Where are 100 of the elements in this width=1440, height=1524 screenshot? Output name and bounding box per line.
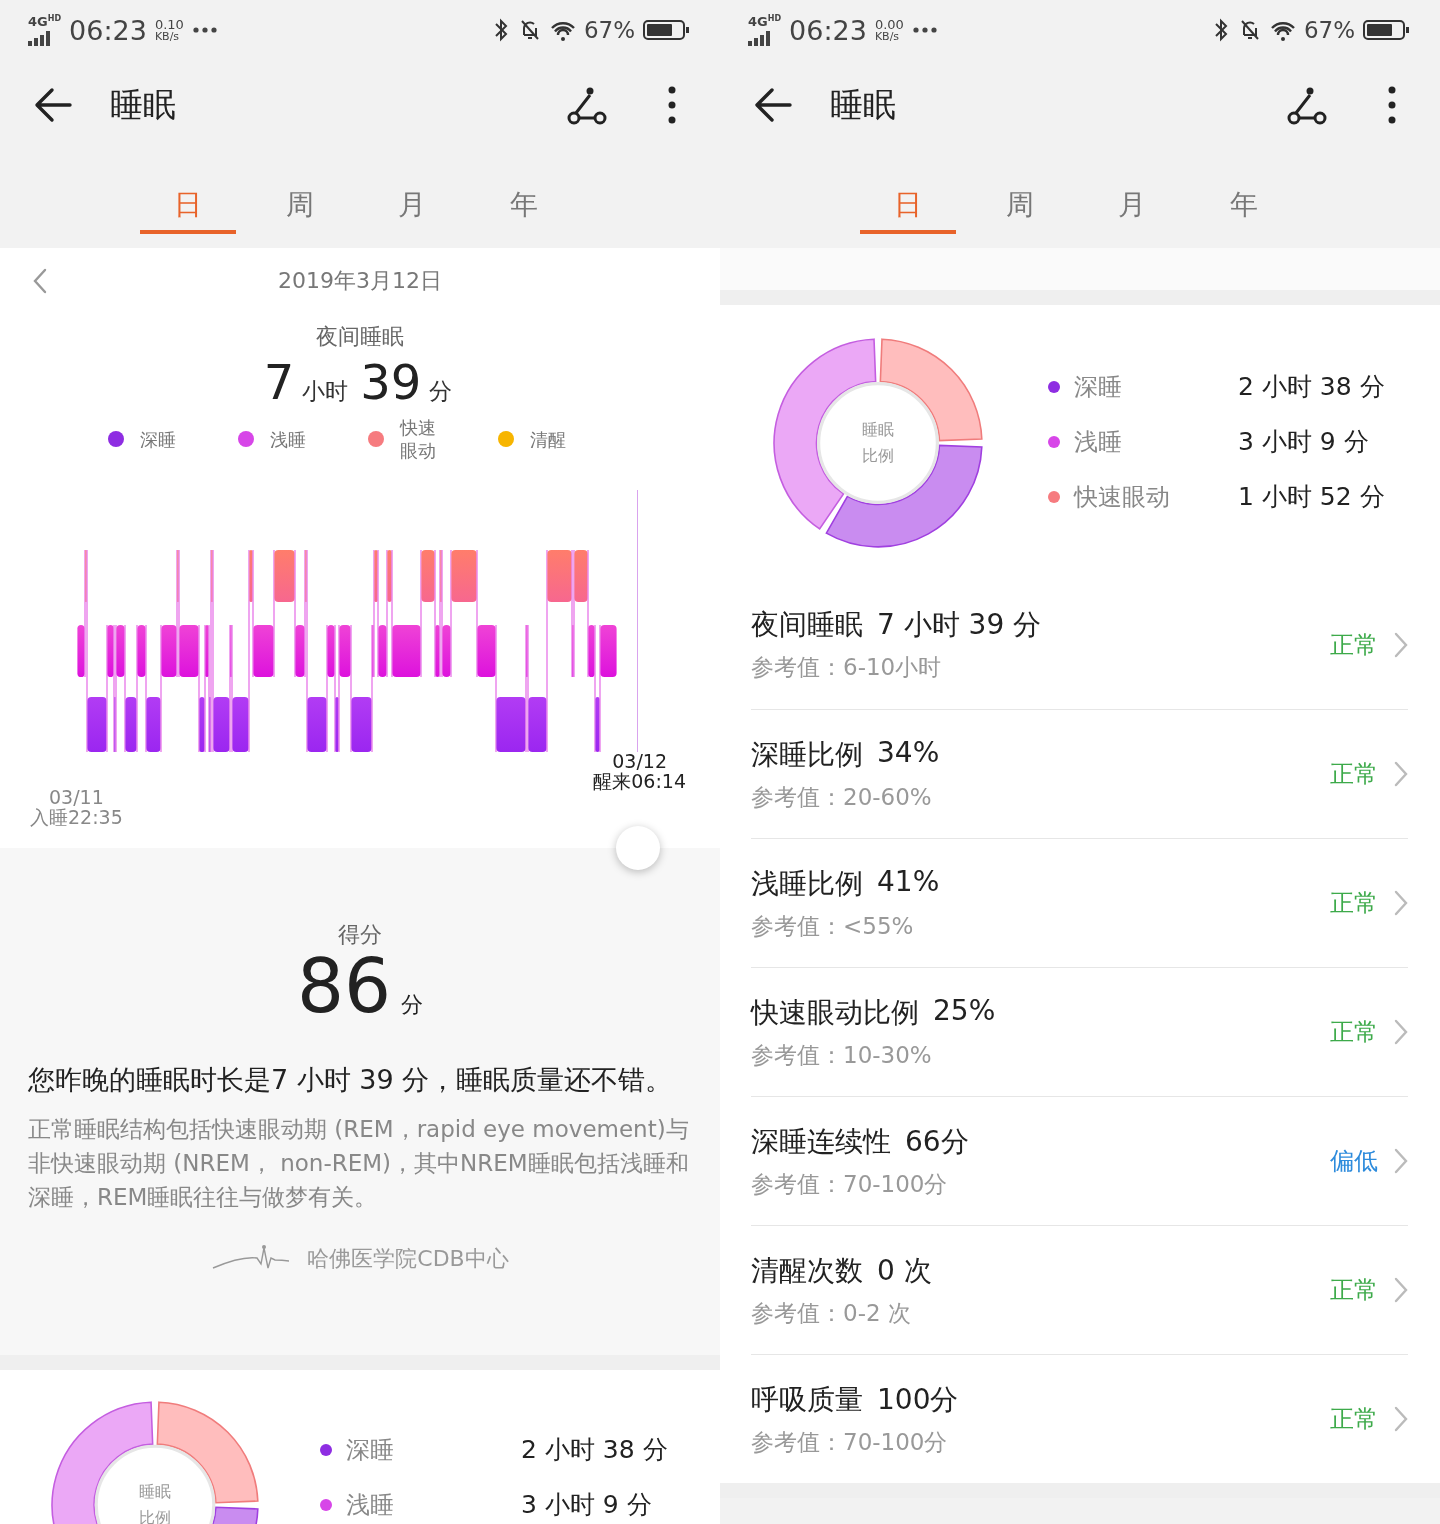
battery-icon bbox=[1363, 20, 1410, 40]
battery-percent: 67% bbox=[1303, 17, 1355, 43]
more-vertical-icon[interactable] bbox=[1388, 86, 1396, 124]
reference-range: 参考值：70-100分 bbox=[751, 1169, 949, 1199]
legend-label: 深睡 bbox=[346, 1434, 395, 1466]
chevron-right-icon bbox=[1394, 1019, 1408, 1045]
score-unit: 分 bbox=[401, 991, 424, 1019]
legend-value: 3 小时 9 分 bbox=[1238, 426, 1369, 458]
speed-unit: KB/s bbox=[874, 31, 901, 42]
summary-text: 您昨晚的睡眠时长是7 小时 39 分，睡眠质量还不错。 bbox=[28, 1063, 674, 1097]
metric-title: 呼吸质量 bbox=[751, 1381, 863, 1418]
route-icon[interactable] bbox=[1286, 85, 1328, 125]
period-tab[interactable]: 月 bbox=[356, 150, 468, 234]
chevron-right-icon bbox=[1394, 1277, 1408, 1303]
hd-label: HD bbox=[767, 14, 782, 23]
hd-label: HD bbox=[47, 14, 62, 23]
metric-value: 7 小时 39 分 bbox=[877, 607, 1042, 643]
metric-row[interactable]: 快速眼动比例 25% 参考值：10-30% 正常 bbox=[751, 967, 1408, 1096]
source-label: 哈佛医学院CDB中心 bbox=[307, 1245, 509, 1273]
chevron-right-icon bbox=[1394, 631, 1408, 658]
metric-value: 25% bbox=[933, 993, 996, 1029]
chevron-left-icon[interactable] bbox=[33, 268, 47, 294]
battery-icon bbox=[643, 20, 690, 40]
signal-icon bbox=[28, 28, 50, 46]
network-speed: 0.00 bbox=[874, 18, 904, 31]
more-icon bbox=[911, 26, 938, 34]
metric-value: 41% bbox=[877, 864, 940, 900]
metric-value: 34% bbox=[877, 735, 940, 771]
metric-title: 深睡比例 bbox=[751, 736, 863, 773]
back-arrow-icon[interactable] bbox=[754, 87, 794, 123]
metric-value: 66分 bbox=[905, 1123, 969, 1160]
legend-label: 快速眼动 bbox=[400, 416, 437, 462]
status-label: 正常 bbox=[1330, 759, 1378, 790]
metric-title: 快速眼动比例 bbox=[751, 994, 919, 1031]
donut-center-label: 睡眠 bbox=[862, 419, 894, 441]
period-tab[interactable]: 年 bbox=[468, 150, 580, 234]
score-label: 得分 bbox=[338, 921, 382, 949]
status-label: 正常 bbox=[1330, 629, 1378, 661]
duration-number: 7 bbox=[263, 354, 295, 410]
reference-range: 参考值：6-10小时 bbox=[751, 653, 943, 682]
period-tab[interactable]: 日 bbox=[860, 150, 956, 234]
clock-time: 06:23 bbox=[789, 14, 867, 46]
duration-unit: 分 bbox=[429, 377, 453, 406]
clock-time: 06:23 bbox=[69, 14, 147, 46]
network-speed: 0.10 bbox=[154, 18, 184, 31]
reference-range: 参考值：10-30% bbox=[751, 1040, 933, 1070]
metric-value: 100分 bbox=[877, 1381, 959, 1418]
signal-icon bbox=[748, 28, 770, 46]
page-title: 睡眠 bbox=[830, 83, 897, 126]
period-tab[interactable]: 日 bbox=[140, 150, 236, 234]
route-icon[interactable] bbox=[566, 85, 608, 125]
legend-label: 清醒 bbox=[530, 427, 567, 451]
period-tab[interactable]: 月 bbox=[1076, 150, 1188, 234]
legend-value: 2 小时 38 分 bbox=[521, 1434, 668, 1466]
metric-row[interactable]: 清醒次数 0 次 参考值：0-2 次 正常 bbox=[751, 1225, 1408, 1354]
chevron-right-icon bbox=[1394, 761, 1408, 787]
metric-title: 浅睡比例 bbox=[751, 865, 863, 902]
speed-unit: KB/s bbox=[154, 31, 181, 42]
network-type: 4G bbox=[748, 14, 768, 28]
status-label: 正常 bbox=[1330, 888, 1378, 919]
page-title: 睡眠 bbox=[110, 83, 177, 126]
period-tab[interactable]: 周 bbox=[244, 150, 356, 234]
more-icon bbox=[191, 26, 218, 34]
donut-center-label: 比例 bbox=[862, 445, 894, 467]
period-tab[interactable]: 年 bbox=[1188, 150, 1300, 234]
metric-title: 深睡连续性 bbox=[751, 1123, 891, 1160]
duration-unit: 小时 bbox=[302, 377, 349, 406]
more-vertical-icon[interactable] bbox=[668, 86, 676, 124]
status-label: 正常 bbox=[1330, 1275, 1378, 1306]
sleep-date: 03/11 bbox=[49, 787, 104, 807]
duration-number: 39 bbox=[360, 354, 422, 410]
legend-label: 深睡 bbox=[1074, 371, 1123, 403]
section-title: 夜间睡眠 bbox=[316, 323, 404, 351]
reference-range: 参考值：20-60% bbox=[751, 782, 933, 812]
metric-row[interactable]: 浅睡比例 41% 参考值：<55% 正常 bbox=[751, 838, 1408, 967]
metric-row[interactable]: 深睡比例 34% 参考值：20-60% 正常 bbox=[751, 709, 1408, 838]
period-tab[interactable]: 周 bbox=[964, 150, 1076, 234]
back-arrow-icon[interactable] bbox=[34, 87, 74, 123]
status-label: 偏低 bbox=[1330, 1146, 1378, 1177]
legend-value: 3 小时 9 分 bbox=[521, 1489, 652, 1521]
reference-range: 参考值：0-2 次 bbox=[751, 1298, 912, 1328]
metric-value: 0 次 bbox=[877, 1252, 932, 1289]
status-label: 正常 bbox=[1330, 1404, 1378, 1435]
legend-label: 浅睡 bbox=[270, 427, 307, 451]
legend-label: 浅睡 bbox=[1074, 426, 1123, 458]
metric-title: 夜间睡眠 bbox=[751, 607, 863, 643]
metric-title: 清醒次数 bbox=[751, 1252, 863, 1289]
wifi-icon bbox=[549, 19, 576, 41]
legend-label: 快速眼动 bbox=[1074, 481, 1171, 513]
metric-row[interactable]: 夜间睡眠 7 小时 39 分 参考值：6-10小时 正常 bbox=[751, 580, 1408, 709]
score-value: 86 bbox=[296, 946, 392, 1026]
legend-label: 深睡 bbox=[140, 427, 177, 451]
network-type: 4G bbox=[28, 14, 48, 28]
legend-value: 1 小时 52 分 bbox=[1238, 481, 1385, 513]
status-label: 正常 bbox=[1330, 1017, 1378, 1048]
chevron-right-icon bbox=[1394, 1406, 1408, 1432]
chevron-right-icon bbox=[1394, 890, 1408, 916]
wifi-icon bbox=[1269, 19, 1296, 41]
legend-value: 2 小时 38 分 bbox=[1238, 371, 1385, 403]
metric-row[interactable]: 深睡连续性 66分 参考值：70-100分 偏低 bbox=[751, 1096, 1408, 1225]
